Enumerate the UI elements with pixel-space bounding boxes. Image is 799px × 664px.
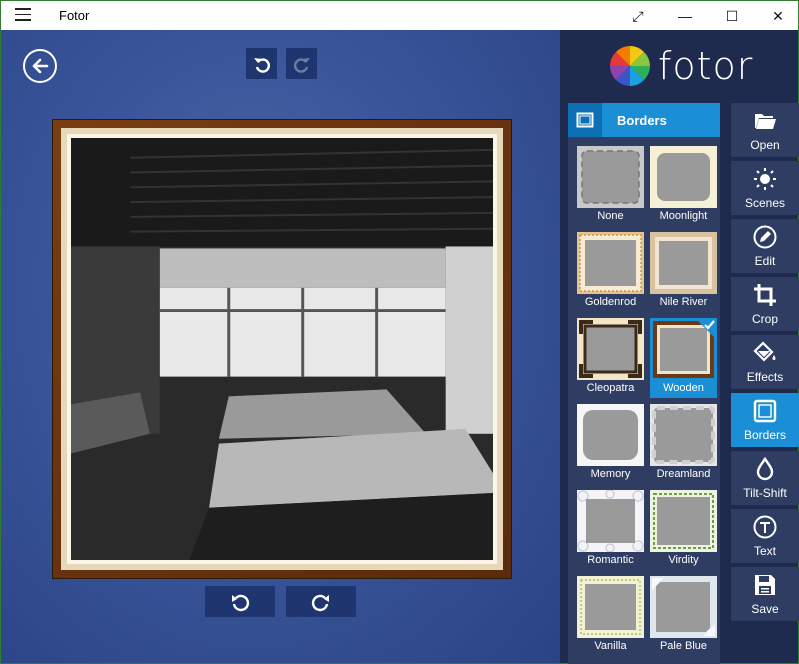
- border-thumbnail: [577, 318, 644, 380]
- border-option-none[interactable]: None: [577, 146, 644, 226]
- border-thumbnail: [577, 489, 644, 553]
- tool-borders[interactable]: Borders: [731, 393, 799, 447]
- borders-panel: Borders None Moonlight Goldenrod Nile Ri…: [568, 103, 720, 664]
- color-wheel-icon: [610, 46, 650, 86]
- border-thumbnail: [577, 232, 644, 294]
- selected-check-icon: [695, 318, 717, 340]
- editor-canvas: [0, 30, 560, 664]
- border-thumbnail: [577, 146, 644, 208]
- border-thumbnail: [650, 490, 717, 552]
- photo-with-wooden-border: [52, 119, 512, 579]
- border-option-wooden[interactable]: Wooden: [650, 318, 717, 398]
- tool-open[interactable]: Open: [731, 103, 799, 157]
- border-option-moonlight[interactable]: Moonlight: [650, 146, 717, 226]
- text-icon: [753, 515, 777, 539]
- border-option-dreamland[interactable]: Dreamland: [650, 404, 717, 484]
- folder-icon: [755, 114, 776, 129]
- rotate-right-icon: [311, 594, 329, 611]
- tool-edit[interactable]: Edit: [731, 219, 799, 273]
- fotor-logo: fotor: [610, 44, 753, 88]
- hamburger-menu-icon[interactable]: [15, 8, 31, 24]
- window-title: Fotor: [59, 8, 90, 23]
- rotate-left-icon: [232, 594, 250, 611]
- back-button[interactable]: [23, 49, 57, 83]
- border-thumbnail: [650, 404, 717, 466]
- borders-panel-header: Borders: [568, 103, 720, 137]
- border-thumbnail: [577, 404, 644, 466]
- minimize-button[interactable]: —: [662, 1, 708, 31]
- border-option-vanilla[interactable]: Vanilla: [577, 576, 644, 656]
- border-thumbnail: [650, 232, 717, 294]
- drop-icon: [756, 457, 774, 481]
- border-thumbnail: [650, 576, 717, 638]
- border-option-romantic[interactable]: Romantic: [577, 489, 644, 570]
- borders-header-icon: [568, 103, 602, 137]
- undo-icon: [253, 57, 270, 73]
- title-bar: Fotor ⤢ — ☐ ✕: [0, 0, 799, 30]
- undo-button[interactable]: [246, 48, 277, 79]
- crop-icon: [754, 284, 776, 306]
- tool-save[interactable]: Save: [731, 567, 799, 621]
- tool-effects[interactable]: Effects: [731, 335, 799, 389]
- maximize-button[interactable]: ☐: [709, 1, 755, 31]
- tool-tilt-shift[interactable]: Tilt-Shift: [731, 451, 799, 505]
- sun-icon: [754, 168, 776, 190]
- border-thumbnail: [577, 576, 644, 638]
- tool-text[interactable]: Text: [731, 509, 799, 563]
- border-option-cleopatra[interactable]: Cleopatra: [577, 318, 644, 398]
- close-button[interactable]: ✕: [755, 1, 799, 31]
- border-thumbnail: [650, 146, 717, 208]
- paint-bucket-icon: [753, 341, 776, 362]
- border-option-pale-blue[interactable]: Pale Blue: [650, 576, 717, 656]
- floppy-icon: [755, 575, 775, 595]
- tool-crop[interactable]: Crop: [731, 277, 799, 331]
- redo-button[interactable]: [286, 48, 317, 79]
- border-option-nile-river[interactable]: Nile River: [650, 232, 717, 312]
- rotate-left-button[interactable]: [205, 586, 275, 617]
- side-panel: fotor Borders None Moonlight Goldenrod N…: [560, 30, 799, 664]
- logo-text: fotor: [658, 44, 754, 88]
- expand-icon[interactable]: ⤢: [615, 1, 661, 31]
- border-option-memory[interactable]: Memory: [577, 404, 644, 484]
- border-option-virdity[interactable]: Virdity: [650, 490, 717, 570]
- photo-preview: [71, 138, 493, 560]
- border-option-goldenrod[interactable]: Goldenrod: [577, 232, 644, 312]
- pencil-icon: [753, 225, 777, 249]
- borders-icon: [753, 399, 777, 423]
- tool-scenes[interactable]: Scenes: [731, 161, 799, 215]
- redo-icon: [293, 57, 310, 73]
- borders-panel-title: Borders: [617, 113, 667, 128]
- arrow-left-icon: [32, 58, 49, 74]
- rotate-right-button[interactable]: [286, 586, 356, 617]
